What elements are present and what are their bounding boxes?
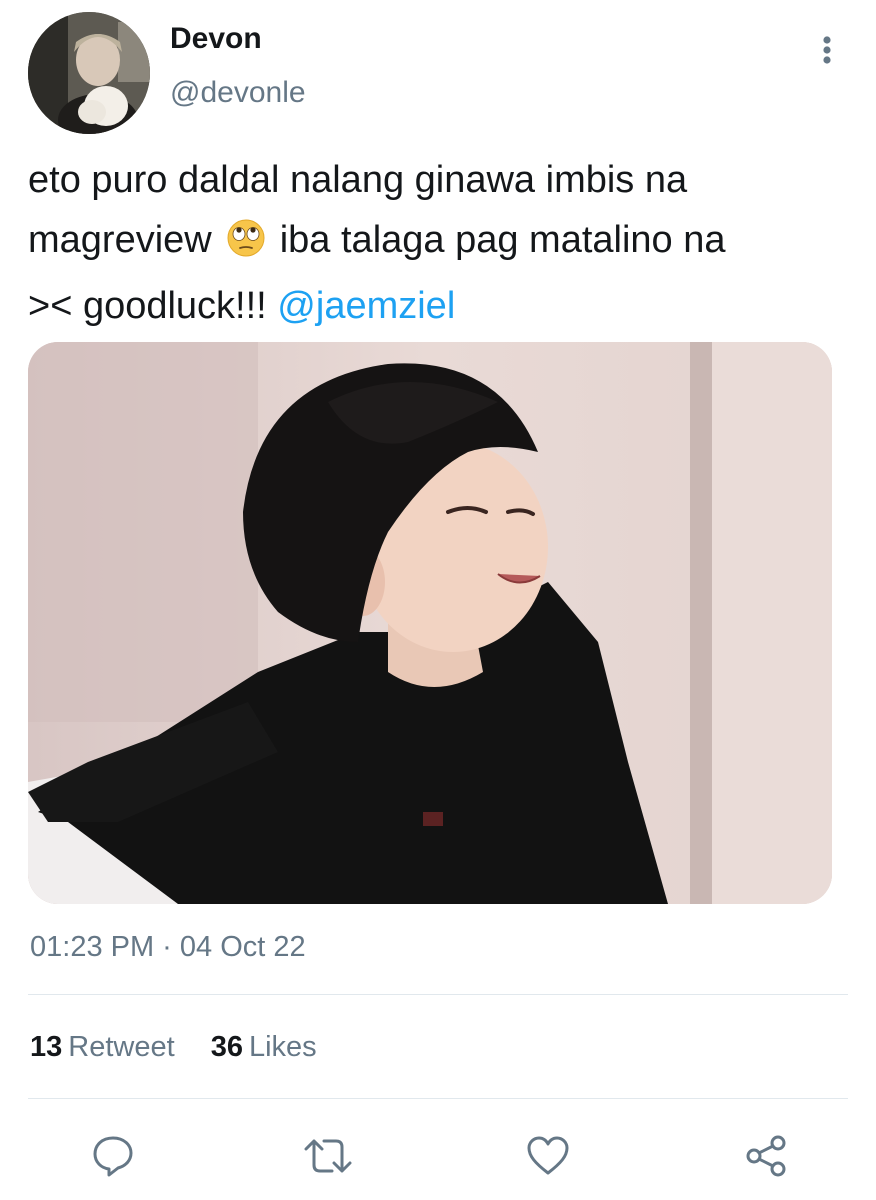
retweets-stat[interactable]: 13 Retweet (30, 1028, 175, 1066)
retweets-label: Retweet (68, 1031, 175, 1063)
avatar-image (28, 12, 150, 134)
photo-image (28, 342, 832, 904)
divider-top (28, 994, 848, 995)
retweets-count: 13 (30, 1031, 63, 1063)
share-icon (746, 1135, 786, 1177)
likes-count: 36 (210, 1031, 243, 1063)
reply-button[interactable] (85, 1128, 141, 1184)
likes-label: Likes (248, 1031, 317, 1063)
more-vertical-icon (823, 36, 831, 64)
tweet-stats: 13 Retweet 36 Likes (30, 1028, 317, 1066)
tweet-text-line-2: magreview iba talaga pag matalino na (28, 210, 848, 276)
like-button[interactable] (520, 1128, 576, 1184)
retweet-icon (304, 1139, 352, 1173)
likes-stat[interactable]: 36 Likes (211, 1028, 317, 1066)
tweet-media-image[interactable] (28, 342, 832, 904)
author-handle[interactable]: @devonle (170, 74, 306, 112)
rolling-eyes-emoji-icon (226, 216, 266, 276)
heart-icon (527, 1136, 569, 1175)
tweet-text-line-2-end: iba talaga pag matalino na (279, 219, 726, 261)
reply-icon (93, 1136, 133, 1177)
more-options-button[interactable] (810, 30, 844, 70)
tweet-text-line-3-start: >< goodluck!!! (28, 285, 267, 327)
divider-bottom (28, 1098, 848, 1099)
tweet-text-line-1: eto puro daldal nalang ginawa imbis na (28, 159, 688, 201)
tweet-text-line-2-start: magreview (28, 219, 212, 261)
mention-link[interactable]: @jaemziel (277, 285, 455, 327)
tweet-text-line-3: >< goodluck!!! @jaemziel (28, 276, 848, 336)
author-display-name[interactable]: Devon (170, 20, 262, 58)
retweet-button[interactable] (300, 1128, 356, 1184)
tweet-text: eto puro daldal nalang ginawa imbis na m… (28, 150, 848, 336)
tweet-timestamp[interactable]: 01:23 PM · 04 Oct 22 (30, 928, 306, 966)
share-button[interactable] (738, 1128, 794, 1184)
avatar[interactable] (28, 12, 150, 134)
